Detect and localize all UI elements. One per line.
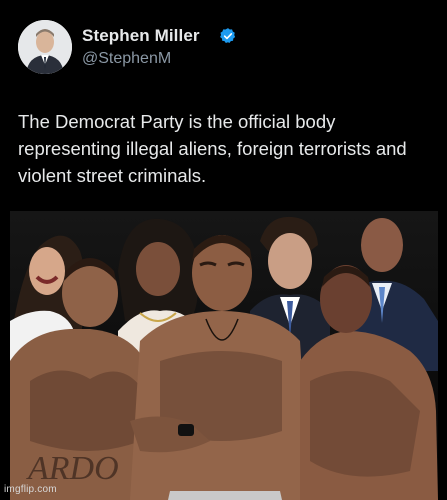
- author-avatar[interactable]: [18, 20, 72, 74]
- verified-badge-icon: [220, 28, 236, 44]
- author-name[interactable]: Stephen Miller: [82, 26, 200, 46]
- tattoo-text: ARDO: [26, 450, 119, 487]
- imgflip-watermark: imgflip.com: [4, 484, 57, 495]
- tweet-screenshot: Stephen Miller @StephenM The Democrat Pa…: [0, 0, 447, 500]
- tweet-text: The Democrat Party is the official body …: [18, 111, 407, 186]
- author-handle[interactable]: @StephenM: [82, 50, 171, 68]
- tweet-media-image[interactable]: ARDO: [10, 211, 438, 500]
